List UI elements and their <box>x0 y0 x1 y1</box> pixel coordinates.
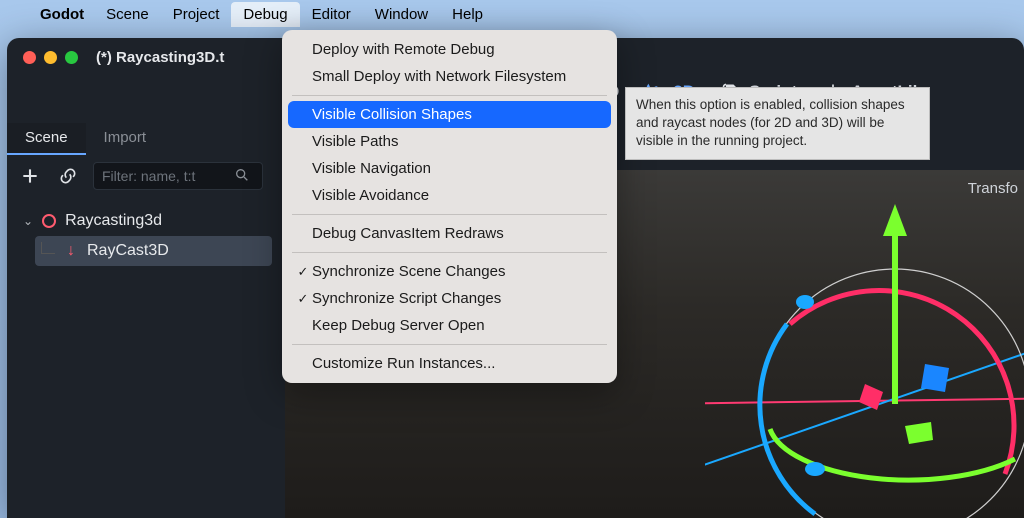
scene-filter-wrap <box>93 162 263 190</box>
menu-item-label: Visible Collision Shapes <box>312 106 472 123</box>
tree-root-label: Raycasting3d <box>65 212 162 230</box>
debug-menu-sync-script[interactable]: ✓ Synchronize Script Changes <box>288 285 611 312</box>
menu-tooltip: When this option is enabled, collision s… <box>625 87 930 160</box>
tree-branch-icon <box>41 242 55 254</box>
menu-item-label: Keep Debug Server Open <box>312 317 485 334</box>
gizmo-plane-xy-icon[interactable] <box>921 364 949 392</box>
link-icon <box>58 166 78 186</box>
tab-import[interactable]: Import <box>86 123 165 155</box>
debug-menu-customize-run[interactable]: Customize Run Instances... <box>288 350 611 377</box>
menu-item-label: Deploy with Remote Debug <box>312 41 495 58</box>
gizmo-y-arrow-icon[interactable] <box>883 204 907 236</box>
node3d-icon <box>41 213 57 229</box>
window-title: (*) Raycasting3D.t <box>96 49 224 66</box>
gizmo-ring-z-icon[interactable] <box>760 324 815 514</box>
check-icon: ✓ <box>294 264 312 280</box>
menu-item-label: Visible Avoidance <box>312 187 429 204</box>
menubar-app-name[interactable]: Godot <box>30 2 94 27</box>
dock-tabs: Scene Import <box>7 123 277 155</box>
check-icon: ✓ <box>294 291 312 307</box>
gizmo-ring-x-icon[interactable] <box>790 290 1014 474</box>
tree-root-row[interactable]: ⌄ Raycasting3d <box>17 206 272 236</box>
scene-toolbar <box>17 162 263 190</box>
menubar-item-editor[interactable]: Editor <box>300 2 363 27</box>
debug-menu-deploy-remote[interactable]: Deploy with Remote Debug <box>288 36 611 63</box>
menubar-item-window[interactable]: Window <box>363 2 440 27</box>
transform-gizmo[interactable] <box>705 170 1024 518</box>
minimize-window-button[interactable] <box>44 51 57 64</box>
scene-tree: ⌄ Raycasting3d ↓ RayCast3D <box>17 206 272 266</box>
gizmo-z-cone-icon[interactable] <box>805 462 825 476</box>
menubar-item-help[interactable]: Help <box>440 2 495 27</box>
collapse-icon[interactable]: ⌄ <box>23 214 33 228</box>
menu-separator <box>292 344 607 345</box>
menu-item-label: Small Deploy with Network Filesystem <box>312 68 566 85</box>
instance-scene-button[interactable] <box>55 163 81 189</box>
scene-filter-input[interactable] <box>94 168 234 184</box>
menu-separator <box>292 214 607 215</box>
debug-menu-visible-navigation[interactable]: Visible Navigation <box>288 155 611 182</box>
close-window-button[interactable] <box>23 51 36 64</box>
tab-scene[interactable]: Scene <box>7 123 86 155</box>
debug-menu-visible-paths[interactable]: Visible Paths <box>288 128 611 155</box>
menu-separator <box>292 252 607 253</box>
tree-child-label: RayCast3D <box>87 242 169 260</box>
debug-menu-keep-server[interactable]: Keep Debug Server Open <box>288 312 611 339</box>
gizmo-plane-yz-icon[interactable] <box>859 384 883 410</box>
tree-child-row[interactable]: ↓ RayCast3D <box>35 236 272 266</box>
raycast3d-icon: ↓ <box>63 243 79 259</box>
menu-item-label: Customize Run Instances... <box>312 355 495 372</box>
search-icon <box>234 167 258 186</box>
plus-icon <box>20 166 40 186</box>
traffic-lights <box>23 51 78 64</box>
tooltip-text: When this option is enabled, collision s… <box>636 97 905 148</box>
os-menubar: Godot Scene Project Debug Editor Window … <box>0 0 1024 28</box>
menu-item-label: Synchronize Scene Changes <box>312 263 505 280</box>
zoom-window-button[interactable] <box>65 51 78 64</box>
debug-menu-dropdown: Deploy with Remote Debug Small Deploy wi… <box>282 30 617 383</box>
debug-menu-visible-collision-shapes[interactable]: Visible Collision Shapes <box>288 101 611 128</box>
menu-item-label: Synchronize Script Changes <box>312 290 501 307</box>
gizmo-z-cone2-icon[interactable] <box>796 295 814 309</box>
menubar-item-debug[interactable]: Debug <box>231 2 299 27</box>
menu-separator <box>292 95 607 96</box>
menubar-item-project[interactable]: Project <box>161 2 232 27</box>
debug-menu-small-deploy[interactable]: Small Deploy with Network Filesystem <box>288 63 611 90</box>
debug-menu-visible-avoidance[interactable]: Visible Avoidance <box>288 182 611 209</box>
menu-item-label: Visible Navigation <box>312 160 431 177</box>
menu-item-label: Debug CanvasItem Redraws <box>312 225 504 242</box>
menu-item-label: Visible Paths <box>312 133 398 150</box>
gizmo-plane-xz-icon[interactable] <box>905 422 933 444</box>
menubar-item-scene[interactable]: Scene <box>94 2 161 27</box>
debug-menu-canvasitem-redraws[interactable]: Debug CanvasItem Redraws <box>288 220 611 247</box>
debug-menu-sync-scene[interactable]: ✓ Synchronize Scene Changes <box>288 258 611 285</box>
add-node-button[interactable] <box>17 163 43 189</box>
